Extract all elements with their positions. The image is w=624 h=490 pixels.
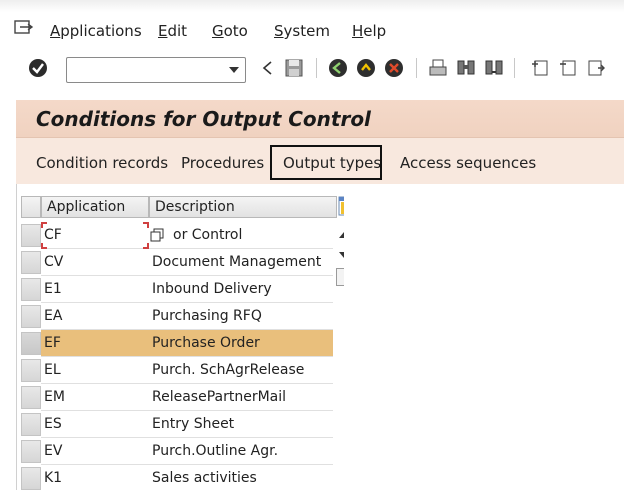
menu-bar: Applications Edit Goto System Help bbox=[0, 0, 624, 50]
prev-page-icon[interactable] bbox=[558, 58, 578, 78]
cell-description[interactable]: Sales activities bbox=[149, 465, 333, 490]
copy-icon[interactable] bbox=[150, 228, 164, 242]
cell-application[interactable]: EM bbox=[41, 384, 149, 411]
find-next-icon[interactable] bbox=[484, 58, 504, 78]
table-row[interactable]: EL Purch. SchAgrRelease bbox=[21, 357, 333, 384]
cell-application[interactable]: EV bbox=[41, 438, 149, 465]
chevron-down-icon[interactable] bbox=[229, 67, 239, 73]
cell-description[interactable]: Document Management bbox=[149, 249, 333, 276]
menu-goto[interactable]: Goto bbox=[212, 22, 248, 40]
menu-icon[interactable] bbox=[14, 20, 34, 36]
cancel-icon[interactable] bbox=[384, 58, 404, 78]
focus-marker bbox=[143, 243, 149, 249]
back-icon[interactable] bbox=[258, 58, 278, 78]
cell-application[interactable]: CV bbox=[41, 249, 149, 276]
menu-bar-fade bbox=[0, 0, 624, 12]
table-row[interactable]: EM ReleasePartnerMail bbox=[21, 384, 333, 411]
procedures-button[interactable]: Procedures bbox=[181, 154, 264, 172]
applications-table: Application Description CF or Control CV Do… bbox=[16, 184, 358, 490]
column-header-description[interactable]: Description bbox=[149, 196, 337, 218]
table-row[interactable]: K1 Sales activities bbox=[21, 465, 333, 490]
cell-description[interactable]: ReleasePartnerMail bbox=[149, 384, 333, 411]
row-selector[interactable] bbox=[21, 305, 41, 328]
row-selector[interactable] bbox=[21, 224, 41, 247]
output-types-button[interactable]: Output types bbox=[283, 154, 381, 172]
row-selector[interactable] bbox=[21, 440, 41, 463]
exit-icon[interactable] bbox=[356, 58, 376, 78]
menu-applications[interactable]: Applications bbox=[50, 22, 142, 40]
condition-records-button[interactable]: Condition records bbox=[36, 154, 168, 172]
enter-icon[interactable] bbox=[28, 58, 48, 78]
table-row[interactable]: CV Document Management bbox=[21, 249, 333, 276]
row-selector[interactable] bbox=[21, 467, 41, 490]
back-green-icon[interactable] bbox=[328, 58, 348, 78]
cell-application[interactable]: EF bbox=[41, 330, 149, 357]
column-header-application[interactable]: Application bbox=[41, 196, 149, 218]
cell-application[interactable]: EL bbox=[41, 357, 149, 384]
row-selector[interactable] bbox=[21, 278, 41, 301]
cell-description[interactable]: or Control bbox=[149, 222, 333, 249]
select-all-cell[interactable] bbox=[21, 196, 41, 218]
toolbar-separator bbox=[416, 58, 417, 78]
cell-description[interactable]: Purch.Outline Agr. bbox=[149, 438, 333, 465]
menu-system[interactable]: System bbox=[274, 22, 330, 40]
page-title: Conditions for Output Control bbox=[36, 107, 371, 131]
save-icon[interactable] bbox=[284, 58, 304, 78]
row-selector[interactable] bbox=[21, 413, 41, 436]
table-row[interactable]: CF or Control bbox=[21, 222, 333, 249]
row-selector[interactable] bbox=[21, 251, 41, 274]
cell-description[interactable]: Purch. SchAgrRelease bbox=[149, 357, 333, 384]
cell-description[interactable]: Purchase Order bbox=[149, 330, 333, 357]
table-row[interactable]: E1 Inbound Delivery bbox=[21, 276, 333, 303]
table-row[interactable]: EF Purchase Order bbox=[21, 330, 333, 357]
toolbar-separator bbox=[514, 58, 515, 78]
first-page-icon[interactable] bbox=[530, 58, 550, 78]
menu-edit[interactable]: Edit bbox=[158, 22, 187, 40]
cell-application[interactable]: K1 bbox=[41, 465, 149, 490]
focus-marker bbox=[41, 243, 47, 249]
table-row[interactable]: EA Purchasing RFQ bbox=[21, 303, 333, 330]
next-page-icon[interactable] bbox=[586, 58, 606, 78]
cell-description[interactable]: Purchasing RFQ bbox=[149, 303, 333, 330]
focus-marker bbox=[143, 222, 149, 228]
focus-marker bbox=[41, 222, 47, 228]
command-field[interactable] bbox=[66, 57, 246, 83]
command-input[interactable] bbox=[71, 58, 221, 80]
row-selector[interactable] bbox=[21, 332, 41, 355]
cell-application[interactable]: E1 bbox=[41, 276, 149, 303]
table-row[interactable]: EV Purch.Outline Agr. bbox=[21, 438, 333, 465]
cell-description[interactable]: Entry Sheet bbox=[149, 411, 333, 438]
find-icon[interactable] bbox=[456, 58, 476, 78]
toolbar-separator bbox=[316, 58, 317, 78]
table-row[interactable]: ES Entry Sheet bbox=[21, 411, 333, 438]
print-icon[interactable] bbox=[428, 58, 448, 78]
table-header: Application Description bbox=[21, 196, 359, 218]
cell-description[interactable]: Inbound Delivery bbox=[149, 276, 333, 303]
cell-application[interactable]: EA bbox=[41, 303, 149, 330]
title-bar: Conditions for Output Control bbox=[16, 100, 624, 138]
cell-application[interactable]: CF bbox=[41, 222, 149, 249]
cell-application[interactable]: ES bbox=[41, 411, 149, 438]
detail-panel bbox=[344, 184, 624, 490]
menu-help[interactable]: Help bbox=[352, 22, 386, 40]
row-selector[interactable] bbox=[21, 359, 41, 382]
application-toolbar: Condition records Procedures Output type… bbox=[16, 138, 624, 184]
access-sequences-button[interactable]: Access sequences bbox=[400, 154, 536, 172]
row-selector[interactable] bbox=[21, 386, 41, 409]
